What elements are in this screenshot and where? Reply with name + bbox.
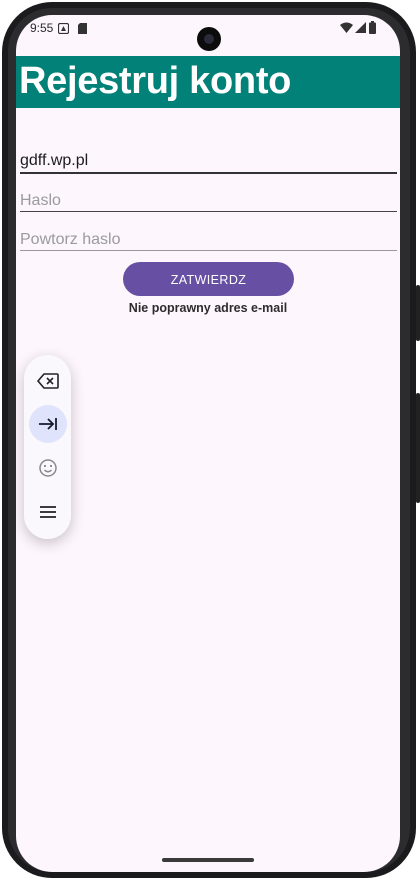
email-input[interactable] — [20, 152, 396, 170]
screen: 9:55 Rejestruj konto gdff.wp.pl ZATWIERD… — [16, 15, 400, 872]
confirm-button[interactable]: ZATWIERDZ — [123, 262, 294, 296]
home-indicator[interactable] — [162, 858, 254, 862]
app-bar: Rejestruj konto — [16, 56, 400, 108]
menu-button[interactable] — [29, 493, 67, 531]
floating-keyboard-toolbar — [24, 355, 71, 539]
email-underline — [20, 172, 397, 174]
emoji-icon — [39, 459, 57, 477]
phone-frame: 9:55 Rejestruj konto gdff.wp.pl ZATWIERD… — [0, 0, 420, 881]
menu-icon — [40, 506, 56, 518]
tab-icon — [39, 418, 57, 430]
volume-button — [416, 393, 420, 503]
sd-card-icon — [78, 23, 87, 34]
backspace-icon — [37, 373, 59, 389]
repeat-password-underline — [20, 250, 397, 251]
power-button — [416, 285, 420, 341]
tab-button[interactable] — [29, 405, 67, 443]
backspace-button[interactable] — [29, 362, 67, 400]
battery-icon — [369, 21, 376, 34]
emoji-button[interactable] — [29, 449, 67, 487]
front-camera — [197, 27, 221, 51]
password-field[interactable] — [20, 191, 396, 211]
status-time: 9:55 — [30, 21, 54, 35]
app-notification-icon — [58, 23, 69, 34]
repeat-password-field[interactable] — [20, 230, 396, 250]
password-input[interactable] — [20, 192, 396, 210]
page-title: Rejestruj konto — [19, 60, 292, 102]
error-message: Nie poprawny adres e-mail — [128, 301, 288, 315]
email-field[interactable] — [20, 151, 396, 171]
password-underline — [20, 211, 397, 212]
wifi-icon — [340, 22, 353, 33]
repeat-password-input[interactable] — [20, 231, 396, 249]
signal-icon — [355, 22, 366, 33]
